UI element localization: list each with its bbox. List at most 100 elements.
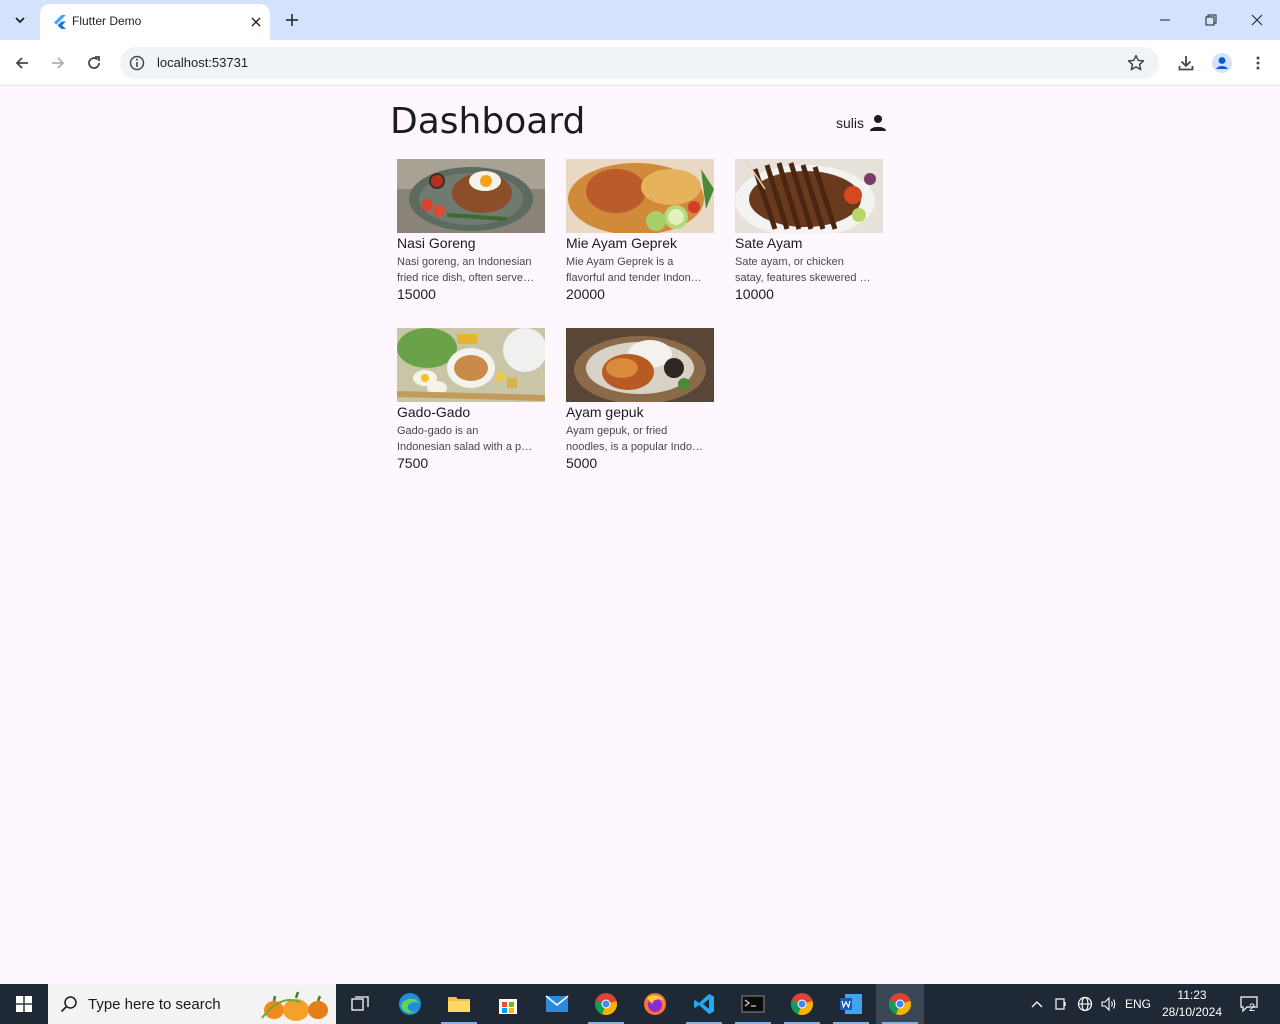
network-button[interactable] <box>1075 984 1095 1024</box>
minimize-button[interactable] <box>1151 6 1179 34</box>
browser-tab[interactable]: Flutter Demo <box>40 4 270 40</box>
restore-button[interactable] <box>1197 6 1225 34</box>
reload-icon <box>88 56 100 69</box>
folder-icon <box>448 997 470 1012</box>
food-image-ayam-gepuk <box>566 328 714 402</box>
food-description-line: noodles, is a popular Indo… <box>566 441 703 453</box>
back-button[interactable] <box>10 51 34 75</box>
food-description-line: Indonesian salad with a p… <box>397 441 533 453</box>
star-icon[interactable] <box>1126 53 1146 73</box>
mail-icon <box>545 995 569 1012</box>
task-view-button[interactable] <box>336 984 384 1024</box>
tab-title: Flutter Demo <box>72 14 142 28</box>
food-description-line: Gado-gado is an <box>397 425 479 437</box>
forward-button[interactable] <box>46 51 70 75</box>
browser-titlebar: Flutter Demo <box>0 0 1280 40</box>
clock-date: 28/10/2024 <box>1161 1005 1223 1019</box>
food-image-gado-gado <box>397 328 545 402</box>
search-icon <box>60 996 77 1013</box>
site-info-icon[interactable] <box>128 54 146 72</box>
start-button[interactable] <box>0 984 48 1024</box>
notification-center-button[interactable]: 2 <box>1232 984 1266 1024</box>
menu-card[interactable]: Sate Ayam Sate ayam, or chicken satay, f… <box>735 159 883 309</box>
food-description: Ayam gepuk, or fried noodles, is a popul… <box>566 423 714 455</box>
firefox-icon <box>644 993 666 1015</box>
input-language-button[interactable]: ENG <box>1122 984 1154 1024</box>
food-price: 5000 <box>566 455 598 471</box>
task-view-icon <box>351 996 369 1011</box>
taskbar-search-placeholder: Type here to search <box>88 996 221 1013</box>
store-icon <box>499 999 517 1014</box>
food-description-line: fried rice dish, often serve… <box>397 272 534 284</box>
clock-time: 11:23 <box>1177 988 1207 1002</box>
url-text[interactable]: localhost:53731 <box>157 55 248 70</box>
chevron-down-icon <box>15 17 25 24</box>
edge-app-button[interactable] <box>386 984 434 1024</box>
terminal-app-button[interactable] <box>729 984 777 1024</box>
menu-button[interactable] <box>1246 51 1270 75</box>
arrow-left-icon <box>15 57 28 69</box>
food-description-line: satay, features skewered … <box>735 272 871 284</box>
food-description-line: Sate ayam, or chicken <box>735 256 844 268</box>
food-price: 15000 <box>397 286 436 302</box>
chrome-active-app-button[interactable] <box>876 984 924 1024</box>
vscode-app-button[interactable] <box>680 984 728 1024</box>
menu-card[interactable]: Mie Ayam Geprek Mie Ayam Geprek is a fla… <box>566 159 714 309</box>
food-name: Ayam gepuk <box>566 404 644 420</box>
chrome-icon <box>888 993 911 1016</box>
menu-card[interactable]: Gado-Gado Gado-gado is an Indonesian sal… <box>397 328 545 478</box>
food-price: 7500 <box>397 455 429 471</box>
chrome-app-button[interactable] <box>778 984 826 1024</box>
food-description: Mie Ayam Geprek is a flavorful and tende… <box>566 254 714 286</box>
food-description: Gado-gado is an Indonesian salad with a … <box>397 423 545 455</box>
flutter-icon <box>54 15 66 29</box>
food-image-sate-ayam <box>735 159 883 233</box>
more-vertical-icon <box>1256 56 1260 70</box>
close-window-button[interactable] <box>1243 6 1271 34</box>
mail-app-button[interactable] <box>533 984 581 1024</box>
food-image-nasi-goreng <box>397 159 545 233</box>
tab-search-button[interactable] <box>8 8 32 32</box>
terminal-icon <box>741 995 765 1013</box>
user-name: sulis <box>836 115 865 131</box>
menu-card[interactable]: Ayam gepuk Ayam gepuk, or fried noodles,… <box>566 328 714 478</box>
menu-card[interactable]: Nasi Goreng Nasi goreng, an Indonesian f… <box>397 159 545 309</box>
profile-button[interactable] <box>1210 51 1234 75</box>
globe-icon <box>1077 996 1093 1012</box>
tab-close-button[interactable] <box>246 12 266 32</box>
speaker-icon <box>1101 997 1116 1011</box>
new-tab-button[interactable] <box>282 10 302 30</box>
store-app-button[interactable] <box>484 984 532 1024</box>
plus-icon <box>286 14 298 26</box>
chrome-icon <box>790 993 813 1016</box>
profile-avatar-icon <box>1212 53 1232 73</box>
page-title: Dashboard <box>390 101 586 142</box>
taskbar: Type here to search ENG 11:23 28/10/2024… <box>0 984 1280 1024</box>
firefox-app-button[interactable] <box>631 984 679 1024</box>
volume-button[interactable] <box>1099 984 1119 1024</box>
close-icon <box>1251 14 1263 26</box>
address-bar[interactable]: localhost:53731 <box>120 47 1159 79</box>
food-description-line: Ayam gepuk, or fried <box>566 425 668 437</box>
taskbar-search-box[interactable]: Type here to search <box>48 984 336 1024</box>
word-app-button[interactable] <box>827 984 875 1024</box>
page-content: Dashboard sulis Nasi Goreng Nasi goreng,… <box>0 87 1280 984</box>
chrome-profile-app-button[interactable] <box>582 984 630 1024</box>
chrome-icon <box>594 993 617 1016</box>
taskbar-clock[interactable]: 11:23 28/10/2024 <box>1160 987 1224 1021</box>
arrow-right-icon <box>52 57 65 69</box>
file-explorer-app-button[interactable] <box>435 984 483 1024</box>
show-hidden-icons-button[interactable] <box>1028 984 1046 1024</box>
tray-device-icon-button[interactable] <box>1052 984 1070 1024</box>
reload-button[interactable] <box>82 51 106 75</box>
edge-icon <box>399 993 421 1015</box>
downloads-button[interactable] <box>1174 51 1198 75</box>
word-icon <box>840 994 862 1014</box>
food-name: Gado-Gado <box>397 404 471 420</box>
food-image-mie-ayam-geprek <box>566 159 714 233</box>
user-profile-button[interactable]: sulis <box>836 113 888 133</box>
food-description: Nasi goreng, an Indonesian fried rice di… <box>397 254 545 286</box>
food-name: Mie Ayam Geprek <box>566 235 678 251</box>
food-description: Sate ayam, or chicken satay, features sk… <box>735 254 883 286</box>
notification-count-badge: 2 <box>1249 1002 1256 1014</box>
